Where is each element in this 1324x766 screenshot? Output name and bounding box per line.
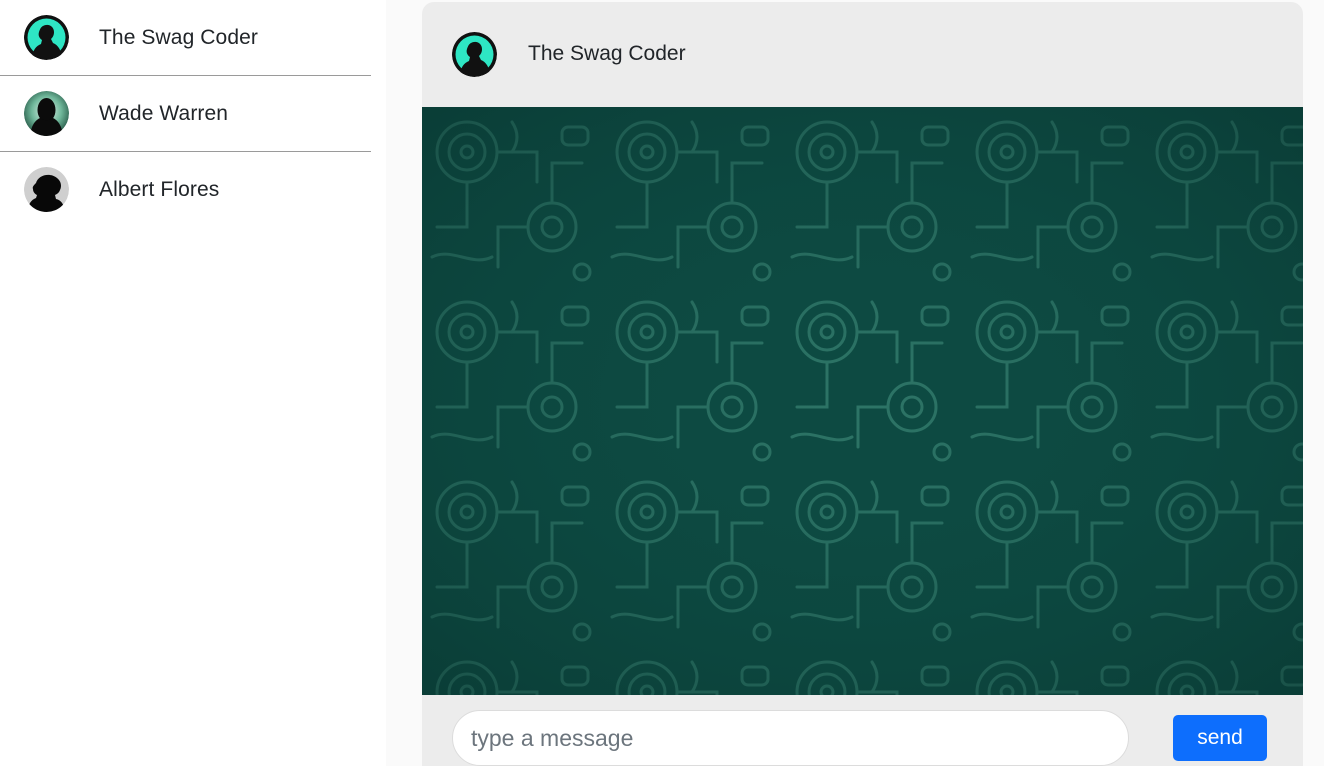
circuit-doodle-pattern-icon <box>422 107 1303 695</box>
contact-item-albert-flores[interactable]: Albert Flores <box>0 152 371 227</box>
message-input[interactable] <box>452 710 1129 766</box>
contact-item-the-swag-coder[interactable]: The Swag Coder <box>0 0 371 76</box>
avatar <box>24 15 69 60</box>
contact-item-wade-warren[interactable]: Wade Warren <box>0 76 371 152</box>
contact-name: The Swag Coder <box>99 25 258 49</box>
message-area[interactable] <box>422 107 1303 695</box>
contact-name: Albert Flores <box>99 177 220 201</box>
silhouette-dark-green-avatar-icon <box>24 91 69 136</box>
silhouette-teal-avatar-icon <box>452 32 497 77</box>
contact-sidebar: The Swag Coder Wade Warren Albert Flores <box>0 0 386 766</box>
chat-header: The Swag Coder <box>422 2 1303 107</box>
avatar <box>452 32 497 77</box>
silhouette-gray-avatar-icon <box>24 167 69 212</box>
chat-app: The Swag Coder Wade Warren Albert Flores… <box>0 0 1324 766</box>
contact-name: Wade Warren <box>99 101 229 125</box>
chat-panel: The Swag Coder type a message send <box>422 2 1303 766</box>
silhouette-teal-avatar-icon <box>24 15 69 60</box>
chat-contact-name: The Swag Coder <box>528 42 686 65</box>
message-composer: send <box>422 695 1303 766</box>
avatar <box>24 167 69 212</box>
avatar <box>24 91 69 136</box>
send-button[interactable]: send <box>1173 715 1267 761</box>
